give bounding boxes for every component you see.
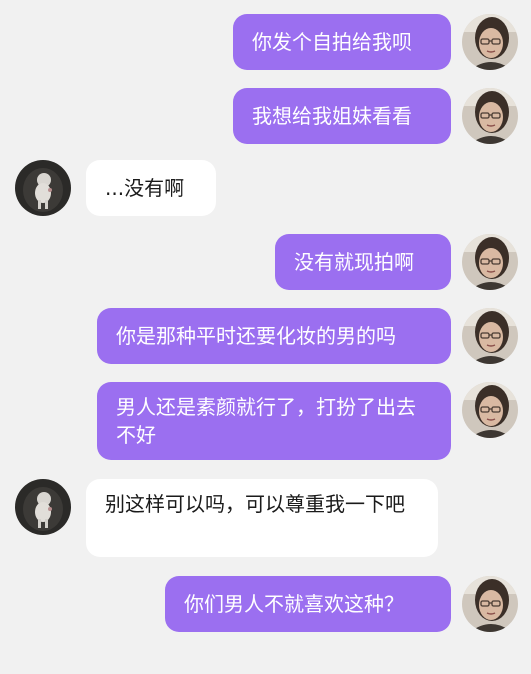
message-bubble-outgoing[interactable]: 你发个自拍给我呗 bbox=[233, 14, 451, 70]
self-avatar[interactable] bbox=[462, 88, 518, 144]
message-row-outgoing: 你们男人不就喜欢这种？ bbox=[0, 576, 531, 632]
message-row-outgoing: 你是那种平时还要化妆的男的吗 bbox=[0, 308, 531, 364]
contact-avatar[interactable] bbox=[15, 479, 71, 535]
self-avatar[interactable] bbox=[462, 576, 518, 632]
message-bubble-outgoing[interactable]: 我想给我姐妹看看 bbox=[233, 88, 451, 144]
self-avatar[interactable] bbox=[462, 382, 518, 438]
self-avatar[interactable] bbox=[462, 234, 518, 290]
message-row-incoming: ...没有啊 bbox=[0, 160, 531, 216]
chat-conversation: 你发个自拍给我呗 我想给我姐妹看看 ...没有啊 没有就现拍啊 你是那种平时还要… bbox=[0, 0, 531, 674]
self-avatar[interactable] bbox=[462, 14, 518, 70]
message-row-outgoing: 没有就现拍啊 bbox=[0, 234, 531, 290]
message-row-incoming: 别这样可以吗，可以尊重我一下吧 bbox=[0, 479, 531, 557]
message-bubble-incoming[interactable]: ...没有啊 bbox=[86, 160, 216, 216]
message-bubble-outgoing[interactable]: 男人还是素颜就行了，打扮了出去不好 bbox=[97, 382, 451, 460]
message-bubble-outgoing[interactable]: 没有就现拍啊 bbox=[275, 234, 451, 290]
message-bubble-outgoing[interactable]: 你们男人不就喜欢这种？ bbox=[165, 576, 451, 632]
message-row-outgoing: 我想给我姐妹看看 bbox=[0, 88, 531, 144]
message-row-outgoing: 男人还是素颜就行了，打扮了出去不好 bbox=[0, 382, 531, 460]
message-bubble-incoming[interactable]: 别这样可以吗，可以尊重我一下吧 bbox=[86, 479, 438, 557]
message-row-outgoing: 你发个自拍给我呗 bbox=[0, 14, 531, 70]
message-bubble-outgoing[interactable]: 你是那种平时还要化妆的男的吗 bbox=[97, 308, 451, 364]
self-avatar[interactable] bbox=[462, 308, 518, 364]
contact-avatar[interactable] bbox=[15, 160, 71, 216]
